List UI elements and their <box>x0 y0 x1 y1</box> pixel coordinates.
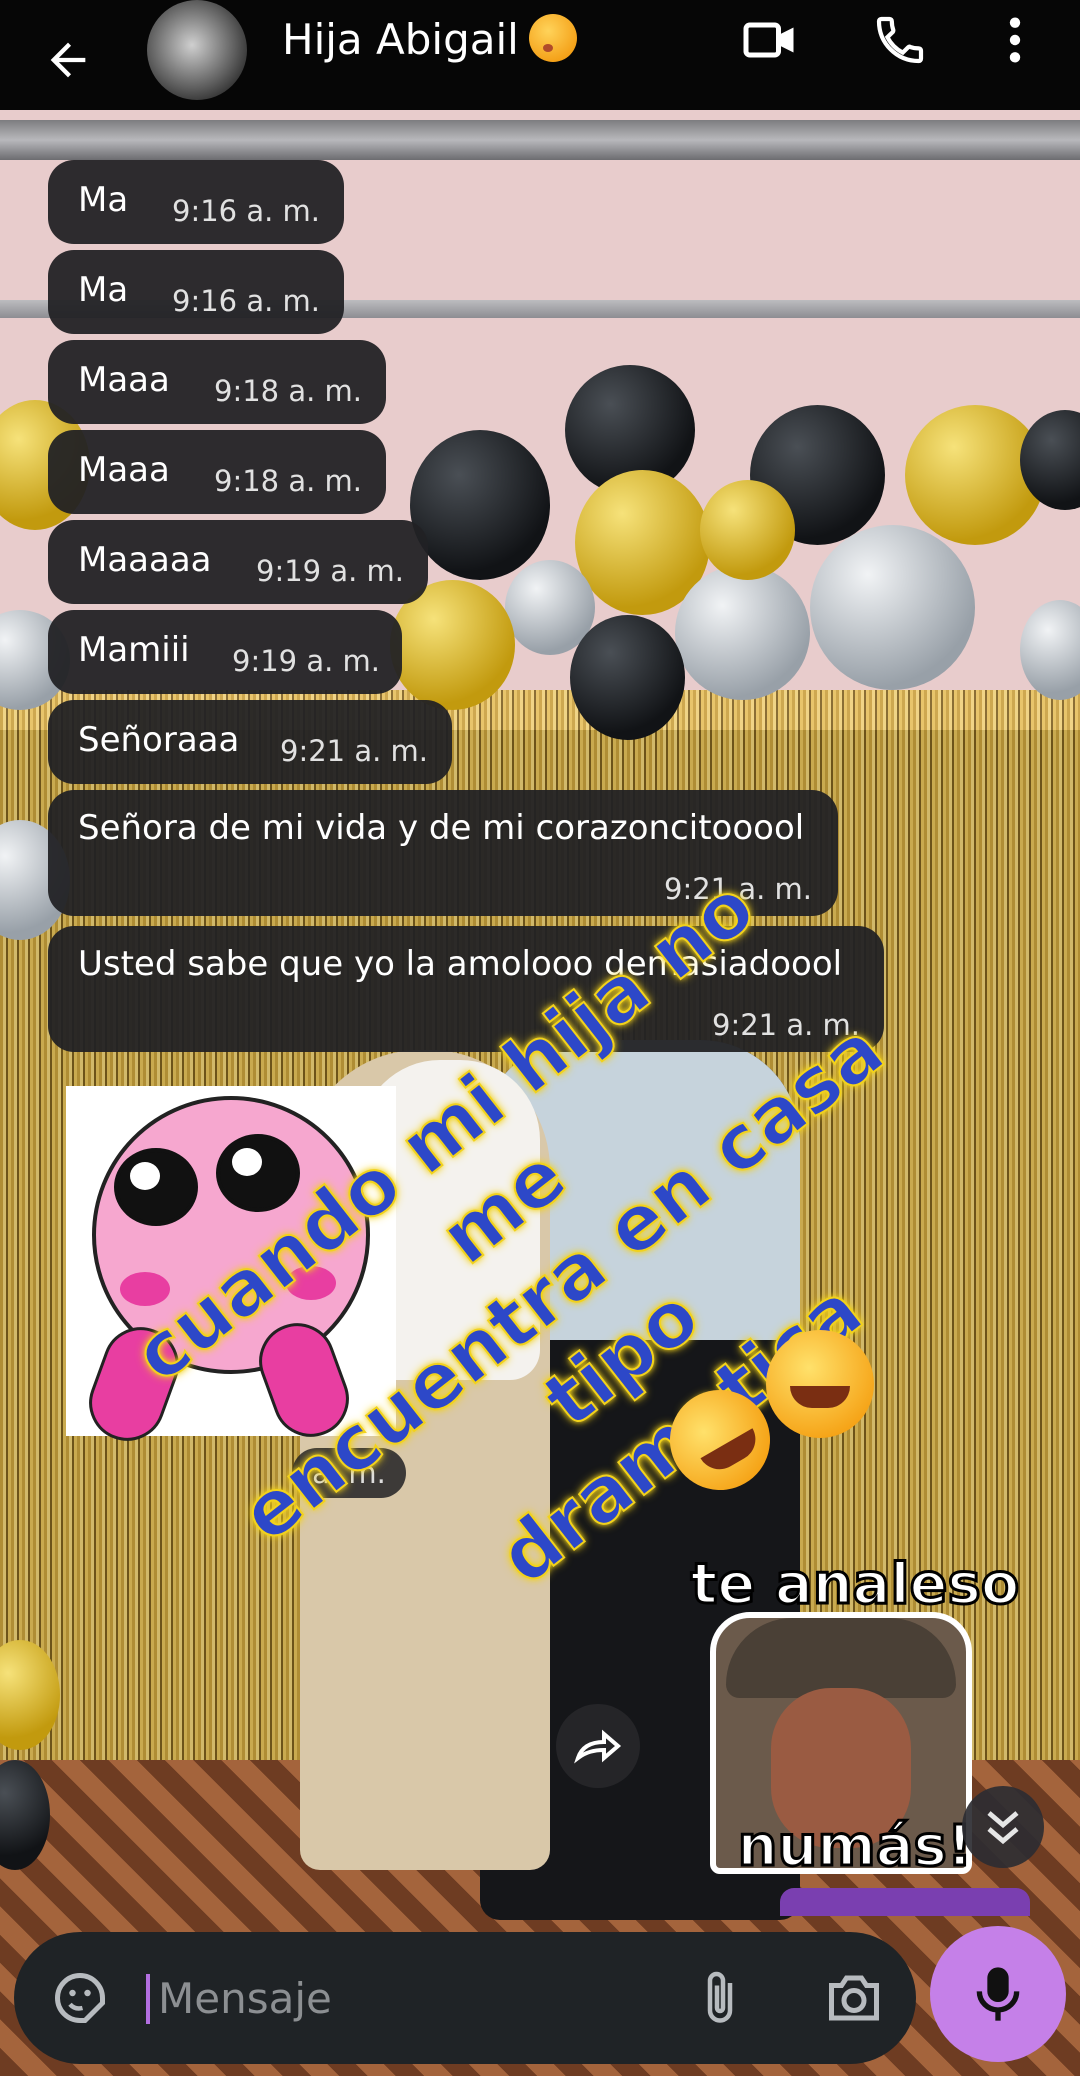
message-text: Mamiii <box>78 630 190 670</box>
smiling-face-icon <box>766 1330 874 1438</box>
contact-name-text: Hija Abigail <box>282 15 519 64</box>
arrow-left-icon <box>50 42 86 78</box>
paperclip-icon <box>707 1971 733 2023</box>
message-input[interactable] <box>152 1962 684 2034</box>
video-camera-icon <box>743 22 794 58</box>
message-bubble[interactable]: Maaaaa 9:19 a. m. <box>48 520 428 604</box>
microphone-icon <box>976 1967 1020 2021</box>
contact-name[interactable]: Hija Abigail <box>282 10 577 70</box>
message-text: Maaaaa <box>78 540 212 580</box>
message-text: Maaa <box>78 450 170 490</box>
video-call-button[interactable] <box>723 0 819 80</box>
balloon <box>675 565 810 700</box>
forward-button[interactable] <box>556 1704 640 1788</box>
message-text: Señoraaa <box>78 720 240 760</box>
balloon <box>700 480 795 580</box>
balloon <box>410 430 550 580</box>
message-time: 9:18 a. m. <box>214 464 363 498</box>
message-text: Señora de mi vida y de mi corazoncitoooo… <box>78 808 805 848</box>
text-cursor <box>146 1974 150 2024</box>
camera-button[interactable] <box>814 1962 894 2034</box>
sticker-hat <box>726 1618 956 1698</box>
message-bubble[interactable]: Ma 9:16 a. m. <box>48 250 344 334</box>
chat-header: Hija Abigail <box>0 0 1080 110</box>
kissing-face-icon <box>528 14 577 62</box>
message-composer <box>14 1932 916 2064</box>
message-time: 9:16 a. m. <box>172 194 321 228</box>
balloon <box>570 615 685 740</box>
message-bubble[interactable]: Maaa 9:18 a. m. <box>48 430 386 514</box>
phone-icon <box>876 16 924 64</box>
sticker-emoji-icon <box>55 1972 105 2023</box>
scroll-to-bottom-button[interactable] <box>962 1786 1044 1868</box>
message-bubble[interactable]: Ma 9:16 a. m. <box>48 160 344 244</box>
contact-avatar[interactable] <box>147 0 247 100</box>
message-time: 9:18 a. m. <box>214 374 363 408</box>
more-vert-icon <box>1009 17 1021 63</box>
forward-arrow-icon <box>574 1729 622 1764</box>
message-time: 9:21 a. m. <box>280 734 429 768</box>
balloon <box>810 525 975 690</box>
message-text: Ma <box>78 180 129 220</box>
sticker-text-top: te analeso <box>689 1551 1021 1619</box>
emoji-sticker-button[interactable] <box>44 1962 116 2034</box>
voice-call-button[interactable] <box>852 0 948 80</box>
next-message-edge <box>780 1888 1030 1916</box>
camera-icon <box>829 1975 879 2021</box>
message-bubble[interactable]: Mamiii 9:19 a. m. <box>48 610 402 694</box>
sticker-eye <box>114 1148 198 1226</box>
message-time: 9:19 a. m. <box>232 644 381 678</box>
message-text: Maaa <box>78 360 170 400</box>
voice-message-button[interactable] <box>930 1926 1066 2062</box>
attach-button[interactable] <box>684 1962 756 2034</box>
message-bubble[interactable]: Maaa 9:18 a. m. <box>48 340 386 424</box>
message-time: 9:16 a. m. <box>172 284 321 318</box>
back-button[interactable] <box>20 12 116 108</box>
more-options-button[interactable] <box>985 0 1045 80</box>
message-text: Ma <box>78 270 129 310</box>
message-time: 9:19 a. m. <box>256 554 405 588</box>
double-chevron-down-icon <box>987 1811 1019 1845</box>
ceiling-beam <box>0 120 1080 160</box>
message-bubble[interactable]: Señoraaa 9:21 a. m. <box>48 700 452 784</box>
